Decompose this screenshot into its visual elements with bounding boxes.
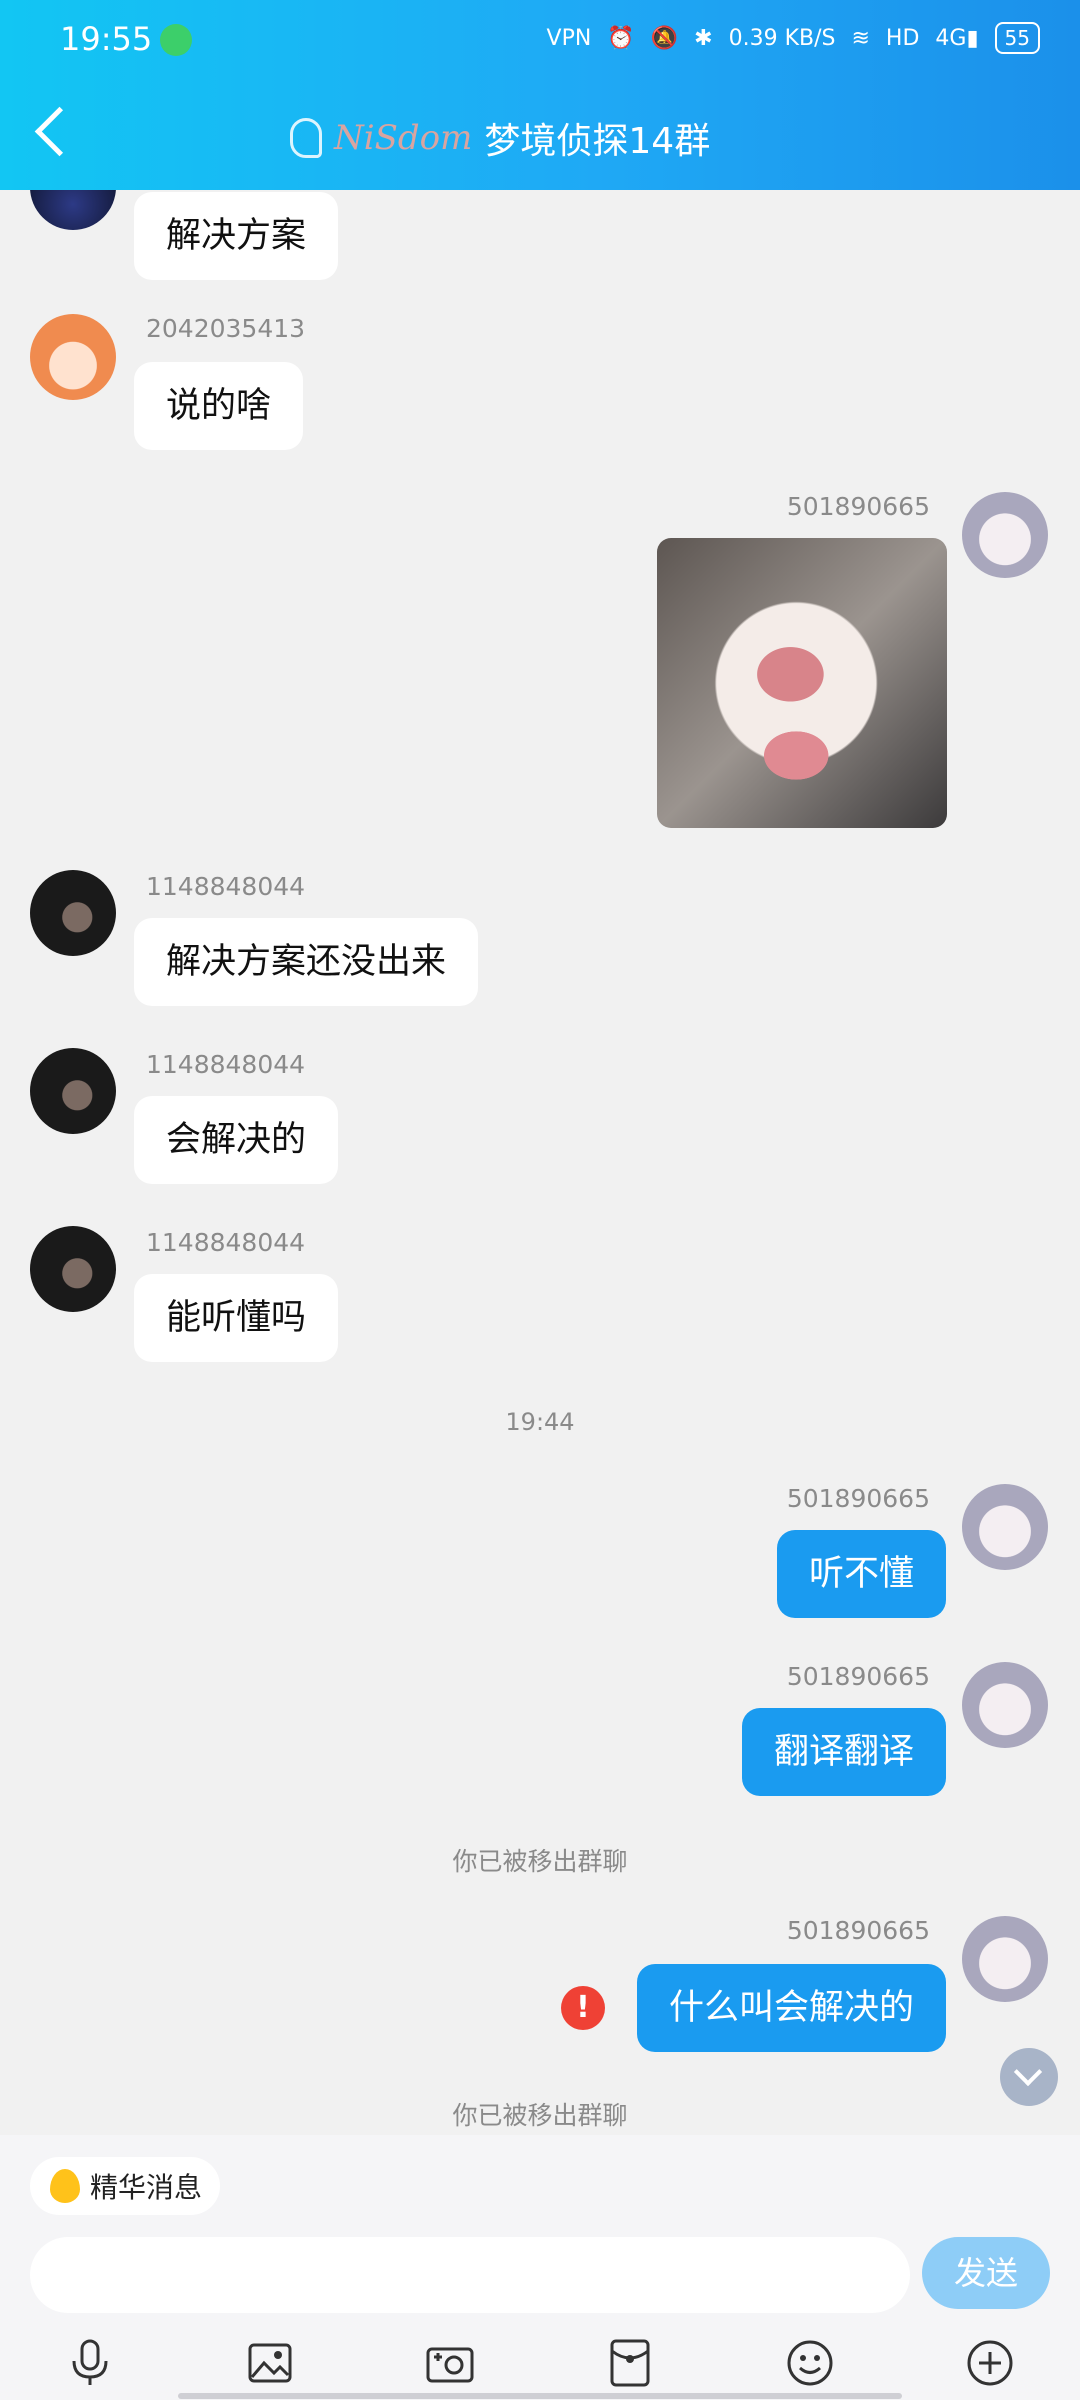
bluetooth-icon: ✱ bbox=[694, 25, 713, 51]
mute-icon: 🔕 bbox=[650, 25, 679, 51]
avatar[interactable] bbox=[30, 314, 116, 400]
alarm-icon: ⏰ bbox=[607, 25, 635, 51]
battery-icon: 55 bbox=[994, 22, 1040, 54]
message-bubble[interactable]: 能听懂吗 bbox=[134, 1274, 339, 1362]
send-failed-icon[interactable]: ! bbox=[561, 1986, 605, 2030]
bottom-panel: 精华消息 发送 bbox=[0, 2135, 1080, 2400]
sender-name: 501890665 bbox=[786, 1662, 930, 1691]
title-area[interactable]: NiSdom 梦境侦探14群 bbox=[290, 112, 710, 164]
header: 19:55 VPN ⏰ 🔕 ✱ 0.39 KB/S ≋ HD 4G▮ 55 Ni… bbox=[0, 0, 1080, 190]
camera-icon[interactable] bbox=[422, 2335, 478, 2391]
hd-icon: HD bbox=[885, 25, 920, 51]
sender-name: 501890665 bbox=[786, 492, 930, 521]
message-bubble[interactable]: 解决方案 bbox=[134, 192, 339, 280]
emoji-icon[interactable] bbox=[782, 2335, 838, 2391]
sender-name: 1148848044 bbox=[146, 1050, 306, 1079]
notification-icon bbox=[160, 24, 192, 56]
avatar[interactable] bbox=[30, 190, 116, 230]
system-notice: 你已被移出群聊 bbox=[452, 2101, 628, 2130]
status-bar: 19:55 VPN ⏰ 🔕 ✱ 0.39 KB/S ≋ HD 4G▮ 55 bbox=[0, 0, 1080, 80]
avatar[interactable] bbox=[962, 1916, 1048, 2002]
essence-message-button[interactable]: 精华消息 bbox=[30, 2157, 221, 2215]
message-bubble[interactable]: 说的啥 bbox=[134, 362, 304, 450]
essence-icon bbox=[50, 2169, 80, 2203]
wifi-icon: ≋ bbox=[851, 25, 870, 51]
sender-name: 501890665 bbox=[786, 1484, 930, 1513]
mic-icon[interactable] bbox=[62, 2335, 118, 2391]
sender-name: 1148848044 bbox=[146, 1228, 306, 1257]
image-icon[interactable] bbox=[242, 2335, 298, 2391]
message-bubble[interactable]: 会解决的 bbox=[134, 1096, 339, 1184]
essence-label: 精华消息 bbox=[90, 2171, 203, 2204]
avatar[interactable] bbox=[962, 1484, 1048, 1570]
title-logo: NiSdom bbox=[334, 118, 473, 158]
sender-name: 1148848044 bbox=[146, 872, 306, 901]
network-speed: 0.39 KB/S bbox=[728, 25, 836, 51]
avatar[interactable] bbox=[30, 870, 116, 956]
message-input[interactable] bbox=[30, 2237, 910, 2313]
status-icons: VPN ⏰ 🔕 ✱ 0.39 KB/S ≋ HD 4G▮ 55 bbox=[547, 22, 1040, 54]
page-title: 梦境侦探14群 bbox=[484, 121, 711, 162]
sender-name: 501890665 bbox=[786, 1916, 930, 1945]
message-bubble[interactable]: 翻译翻译 bbox=[741, 1708, 946, 1796]
avatar[interactable] bbox=[30, 1048, 116, 1134]
chat-area[interactable]: 解决方案 2042035413 说的啥 501890665 1148848044… bbox=[0, 190, 1080, 2135]
home-indicator[interactable] bbox=[178, 2393, 902, 2399]
timestamp: 19:44 bbox=[505, 1408, 575, 1436]
sender-name: 2042035413 bbox=[146, 314, 306, 343]
plus-icon[interactable] bbox=[962, 2335, 1018, 2391]
vpn-icon: VPN bbox=[546, 25, 592, 51]
back-button[interactable] bbox=[34, 106, 85, 157]
message-bubble[interactable]: 什么叫会解决的 bbox=[636, 1964, 946, 2052]
system-notice: 你已被移出群聊 bbox=[452, 1847, 628, 1876]
message-bubble[interactable]: 听不懂 bbox=[776, 1530, 946, 1618]
ear-icon bbox=[290, 118, 322, 158]
send-button[interactable]: 发送 bbox=[922, 2237, 1050, 2309]
cat-photo[interactable] bbox=[657, 538, 947, 828]
avatar[interactable] bbox=[962, 492, 1048, 578]
avatar[interactable] bbox=[30, 1226, 116, 1312]
red-packet-icon[interactable] bbox=[602, 2335, 658, 2391]
input-toolbar bbox=[0, 2333, 1080, 2393]
signal-icon: 4G▮ bbox=[935, 25, 979, 51]
status-time: 19:55 bbox=[60, 20, 153, 58]
avatar[interactable] bbox=[962, 1662, 1048, 1748]
message-bubble[interactable]: 解决方案还没出来 bbox=[134, 918, 479, 1006]
